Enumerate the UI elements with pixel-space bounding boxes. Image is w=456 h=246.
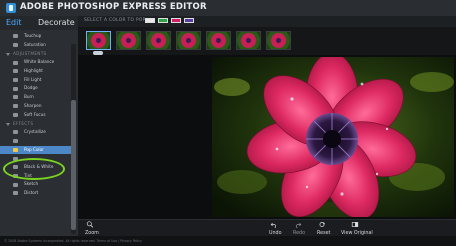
thumbnail-5[interactable] <box>236 31 261 50</box>
redo-icon[interactable] <box>294 221 302 228</box>
swatch-green[interactable] <box>158 18 168 23</box>
menu-item-label: Touchup <box>24 33 42 38</box>
menu-item-crystallize[interactable]: Crystallize <box>0 128 72 137</box>
swatch-white[interactable] <box>145 18 155 23</box>
effect-icon <box>13 139 18 144</box>
menu-item-highlight[interactable]: Highlight <box>0 67 72 76</box>
menu-item-soft-focus[interactable]: Soft Focus <box>0 111 72 120</box>
zoom-icon[interactable] <box>86 221 94 228</box>
menu-item-label: Dodge <box>24 85 38 91</box>
mode-tabs: Edit Decorate <box>0 16 78 30</box>
menu-item-effect[interactable] <box>0 137 72 146</box>
pop-color-icon <box>13 147 18 152</box>
reset-icon[interactable] <box>318 221 326 228</box>
menu-item-sharpen[interactable]: Sharpen <box>0 102 72 111</box>
photo-preview <box>212 57 454 217</box>
undo-icon[interactable] <box>270 221 278 228</box>
tab-edit[interactable]: Edit <box>6 18 22 27</box>
title-bar: ADOBE PHOTOSHOP EXPRESS EDITOR <box>0 0 456 17</box>
color-prompt: SELECT A COLOR TO POP: <box>84 18 148 23</box>
menu-item-label: Fill Light <box>24 76 42 82</box>
menu-item-label: Sharpen <box>24 102 42 108</box>
sidebar: Edit Decorate Touchup Saturation ADJUSTM… <box>0 16 78 236</box>
menu-item-sketch[interactable]: Sketch <box>0 180 72 189</box>
menu-item-label: Soft Focus <box>24 111 46 117</box>
thumbnail-0[interactable] <box>86 31 111 50</box>
section-label: ADJUSTMENTS <box>13 51 47 57</box>
burn-icon <box>13 95 18 100</box>
touchup-icon <box>13 34 18 39</box>
anemone-flower-image <box>212 57 454 217</box>
menu-item-dodge[interactable]: Dodge <box>0 84 72 93</box>
thumbnail-2[interactable] <box>146 31 171 50</box>
bottom-toolbar <box>78 219 456 237</box>
sidebar-scroll-thumb[interactable] <box>71 100 76 230</box>
menu-item-label: Sketch <box>24 181 39 187</box>
sketch-icon <box>13 182 18 187</box>
thumbnail-1[interactable] <box>116 31 141 50</box>
menu-item-distort[interactable]: Distort <box>0 189 72 198</box>
photoshop-express-logo-icon <box>6 3 16 13</box>
section-label: EFFECTS <box>13 121 34 127</box>
tab-decorate[interactable]: Decorate <box>38 18 75 27</box>
footer-text: © 2008 Adobe Systems Incorporated. All r… <box>4 239 142 243</box>
sharpen-icon <box>13 104 18 109</box>
fill-light-icon <box>13 78 18 83</box>
thumbnail-3[interactable] <box>176 31 201 50</box>
menu-item-label: Highlight <box>24 68 43 74</box>
app-title: ADOBE PHOTOSHOP EXPRESS EDITOR <box>20 2 207 12</box>
crystallize-icon <box>13 130 18 135</box>
menu-item-label: Distort <box>24 190 39 195</box>
menu-item-white-balance[interactable]: White Balance <box>0 58 72 67</box>
swatch-purple[interactable] <box>184 18 194 23</box>
thumbnail-6[interactable] <box>266 31 291 50</box>
swatch-magenta[interactable] <box>171 18 181 23</box>
menu-item-saturation[interactable]: Saturation <box>0 41 72 50</box>
menu-item-burn[interactable]: Burn <box>0 93 72 102</box>
menu-item-fill-light[interactable]: Fill Light <box>0 76 72 85</box>
dodge-icon <box>13 86 18 91</box>
highlight-icon <box>13 69 18 74</box>
menu-item-touchup[interactable]: Touchup <box>0 32 72 41</box>
annotation-highlight-ring <box>3 158 65 180</box>
collapse-triangle-icon <box>6 52 10 56</box>
thumbnail-4[interactable] <box>206 31 231 50</box>
menu-item-label: White Balance <box>24 59 55 65</box>
menu-item-label: Crystallize <box>24 129 46 135</box>
menu-item-label: Burn <box>24 94 34 100</box>
menu-item-label: Pop Color <box>24 146 44 152</box>
white-balance-icon <box>13 60 18 65</box>
view-original-icon[interactable] <box>351 221 359 228</box>
collapse-triangle-icon <box>6 122 10 126</box>
saturation-icon <box>13 42 18 47</box>
soft-focus-icon <box>13 112 18 117</box>
section-adjustments[interactable]: ADJUSTMENTS <box>0 49 72 58</box>
section-effects[interactable]: EFFECTS <box>0 119 72 128</box>
menu-item-label: Saturation <box>24 41 46 47</box>
distort-icon <box>13 191 18 196</box>
menu-item-pop-color[interactable]: Pop Color <box>0 145 72 155</box>
